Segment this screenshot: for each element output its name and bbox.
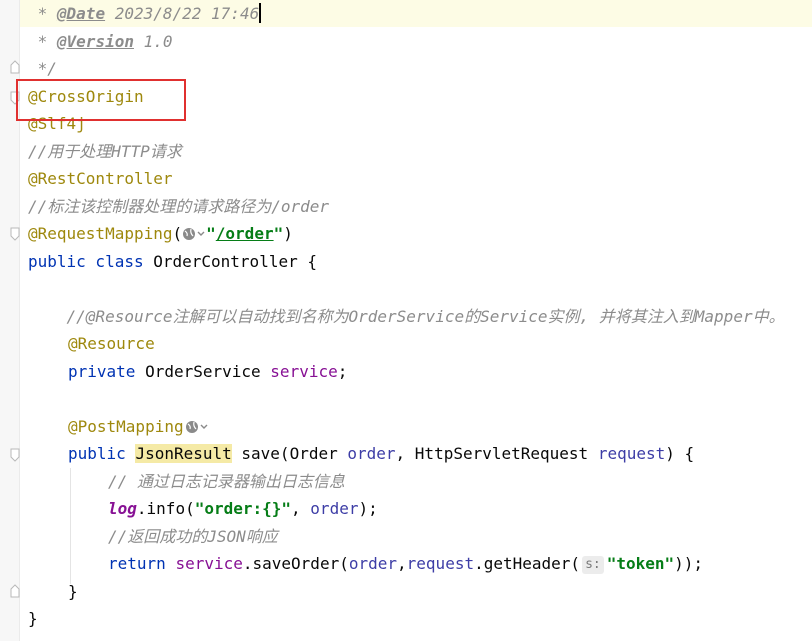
closing-brace: } [68,582,78,601]
param-request: request [406,554,475,573]
line-comment: // 通过日志记录器输出日志信息 [108,472,345,491]
code-line-22[interactable]: } [68,578,78,605]
class-declaration: OrderController { [143,252,317,271]
string-quote: " [273,224,284,243]
string-quote: " [206,224,216,243]
globe-icon[interactable] [184,415,210,442]
code-line-12[interactable]: //@Resource注解可以自动找到名称为OrderService的Servi… [28,303,785,330]
indent-guide [70,468,71,584]
method-signature: save(Order [231,444,348,463]
text-caret [259,3,262,23]
method-call: .saveOrder( [242,554,349,573]
doc-tag-version: @Version [56,32,134,51]
code-line-8[interactable]: //标注该控制器处理的请求路径为/order [28,193,329,220]
return-type-json-result: JsonResult [135,444,232,463]
string-literal: "token" [606,554,675,573]
highlight-box [16,79,186,121]
globe-icon[interactable] [182,222,206,249]
field-type: OrderService [135,362,271,381]
param-order: order [347,444,396,463]
method-call: .info( [136,499,195,518]
field-service: service [270,362,338,381]
line-comment: //标注该控制器处理的请求路径为/order [28,197,330,216]
code-line-18[interactable]: // 通过日志记录器输出日志信息 [108,468,345,495]
annotation-resource: @Resource [68,334,155,353]
line-comment: //返回成功的JSON响应 [108,527,278,546]
code-line-9[interactable]: @RequestMapping( "/order") [28,220,293,247]
doc-comment-prefix: * [28,4,57,23]
code-line-10[interactable]: public class OrderController { [28,248,317,275]
line-comment: //用于处理HTTP请求 [28,142,182,161]
keyword-return: return [108,554,166,573]
doc-comment-end: */ [28,59,57,78]
annotation-request-mapping: @RequestMapping [28,224,173,243]
code-line-16[interactable]: @PostMapping [68,413,210,440]
statement-end: )); [674,554,704,573]
paren-close: ) [283,224,293,243]
keyword-public: public [68,444,126,463]
fold-marker-icon[interactable] [10,227,20,241]
field-service: service [175,554,243,573]
annotation-rest-controller: @RestController [28,169,173,188]
annotation-post-mapping: @PostMapping [68,417,184,436]
code-line-6[interactable]: //用于处理HTTP请求 [28,138,182,165]
parameter-name-hint: s: [582,556,604,574]
param-order: order [310,499,359,518]
doc-tag-date: @Date [56,4,106,23]
code-line-21[interactable]: return service.saveOrder(order,request.g… [108,550,703,577]
keyword-public-class: public class [28,252,144,271]
method-call: .getHeader( [474,554,581,573]
code-line-17[interactable]: public JsonResult save(Order order, Http… [68,440,694,467]
code-line-19[interactable]: log.info("order:{}", order); [108,495,378,522]
code-line-2[interactable]: * @Version 1.0 [28,28,173,55]
keyword-private: private [68,362,136,381]
code-line-14[interactable]: private OrderService service; [68,358,347,385]
fold-marker-icon[interactable] [10,584,20,598]
statement-end: ); [358,499,378,518]
doc-date-value: 2023/8/22 17:46 [105,4,260,23]
code-line-1[interactable]: * @Date 2023/8/22 17:46 [28,0,262,27]
code-line-13[interactable]: @Resource [68,330,155,357]
code-line-3[interactable]: */ [28,55,57,82]
code-line-7[interactable]: @RestController [28,165,173,192]
request-path-link[interactable]: /order [216,224,274,243]
code-line-23[interactable]: } [28,605,38,632]
param-order: order [348,554,398,573]
method-signature-end: ) { [665,444,695,463]
doc-version-value: 1.0 [133,32,173,51]
closing-brace: } [28,609,38,628]
semicolon: ; [337,362,348,381]
line-comment: //@Resource注解可以自动找到名称为OrderService的Servi… [28,307,785,326]
doc-comment-prefix: * [28,32,57,51]
param-request: request [597,444,666,463]
code-line-20[interactable]: //返回成功的JSON响应 [108,523,278,550]
log-field: log [108,499,137,518]
paren-open: ( [172,224,183,243]
string-literal: "order:{}" [194,499,292,518]
separator: , [397,554,407,573]
fold-marker-icon[interactable] [10,448,20,462]
fold-marker-icon[interactable] [10,60,20,74]
separator: , [291,499,311,518]
method-signature: , HttpServletRequest [395,444,598,463]
